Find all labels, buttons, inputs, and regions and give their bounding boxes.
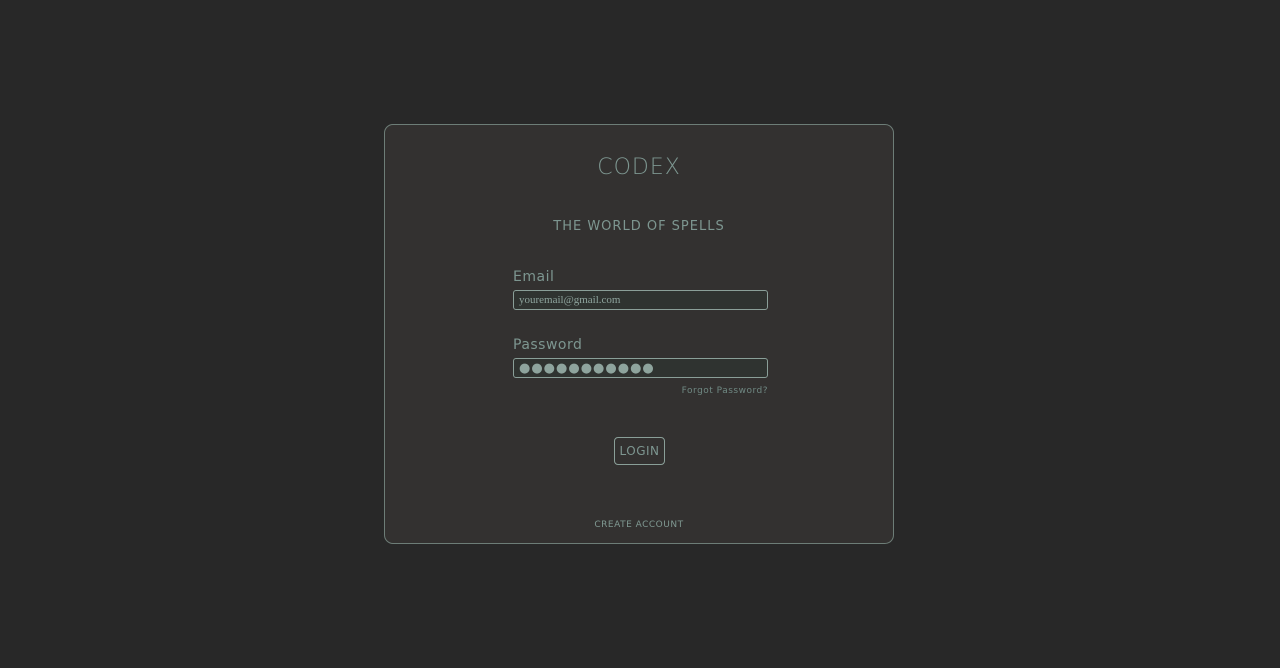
password-label: Password	[513, 337, 583, 353]
login-button[interactable]: LOGIN	[614, 437, 665, 465]
email-field[interactable]	[513, 290, 768, 310]
email-label: Email	[513, 269, 555, 285]
create-account-link[interactable]: CREATE ACCOUNT	[385, 520, 893, 530]
app-title: CODEX	[597, 155, 681, 180]
app-subtitle: THE WORLD OF SPELLS	[553, 219, 725, 234]
password-field[interactable]	[513, 358, 768, 378]
login-card: CODEX THE WORLD OF SPELLS Email Password…	[384, 124, 894, 544]
forgot-password-link[interactable]: Forgot Password?	[513, 386, 768, 396]
